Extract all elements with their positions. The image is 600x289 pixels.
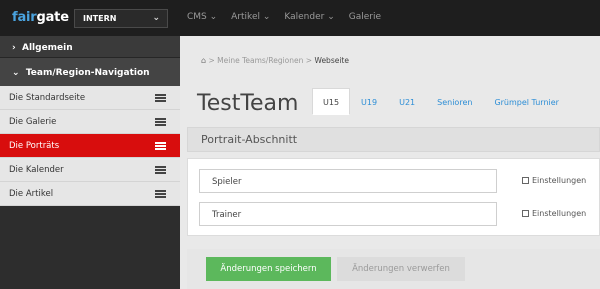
tab-u15[interactable]: U15 <box>312 88 351 115</box>
breadcrumb-teams[interactable]: Meine Teams/Regionen <box>217 56 303 65</box>
main-content: ⌂ > Meine Teams/Regionen > Webseite Test… <box>180 36 600 289</box>
tab-senioren[interactable]: Senioren <box>426 88 483 115</box>
drag-handle-icon[interactable] <box>155 94 166 102</box>
sidebar-list: Die Standardseite Die Galerie Die Porträ… <box>0 86 180 206</box>
drag-handle-icon[interactable] <box>155 190 166 198</box>
settings-icon <box>522 177 529 184</box>
fairgate-logo[interactable]: fairgate <box>12 10 69 25</box>
save-button[interactable]: Änderungen speichern <box>206 257 331 281</box>
chevron-right-icon: › <box>12 43 16 53</box>
home-icon[interactable]: ⌂ <box>201 56 206 65</box>
top-nav: CMS ⌄ Artikel ⌄ Kalender ⌄ Galerie <box>187 12 381 22</box>
portrait-list: Spieler Einstellungen Trainer Einstellun… <box>187 158 600 236</box>
tab-u19[interactable]: U19 <box>350 88 388 115</box>
list-item: Trainer Einstellungen <box>199 202 600 226</box>
tab-gruempel-turnier[interactable]: Grümpel Turnier <box>483 88 570 115</box>
sidebar-item-kalender[interactable]: Die Kalender <box>0 158 180 182</box>
portrait-name-field[interactable]: Spieler <box>199 169 497 193</box>
sidebar-section-allgemein[interactable]: › Allgemein <box>0 36 180 58</box>
nav-item-galerie[interactable]: Galerie <box>349 12 381 22</box>
drag-handle-icon[interactable] <box>155 166 166 174</box>
nav-item-kalender[interactable]: Kalender ⌄ <box>284 12 334 22</box>
page-title: TestTeam <box>197 91 299 116</box>
sidebar-section-team-navigation[interactable]: ⌄ Team/Region-Navigation <box>0 58 180 86</box>
sidebar-item-portraits[interactable]: Die Porträts <box>0 134 180 158</box>
sidebar-item-label: Die Galerie <box>9 117 57 127</box>
sidebar-section-label: Allgemein <box>22 43 73 53</box>
sidebar-item-galerie[interactable]: Die Galerie <box>0 110 180 134</box>
breadcrumb-separator: > <box>208 56 215 65</box>
sidebar: › Allgemein ⌄ Team/Region-Navigation Die… <box>0 36 180 289</box>
sidebar-section-label: Team/Region-Navigation <box>25 68 150 78</box>
sidebar-item-artikel[interactable]: Die Artikel <box>0 182 180 206</box>
sidebar-item-label: Die Porträts <box>9 141 60 151</box>
top-bar: fairgate INTERN ⌄ CMS ⌄ Artikel ⌄ Kalend… <box>0 0 600 36</box>
breadcrumb-separator: > <box>305 56 313 65</box>
sidebar-item-standardseite[interactable]: Die Standardseite <box>0 86 180 110</box>
drag-handle-icon[interactable] <box>155 118 166 126</box>
sidebar-item-label: Die Standardseite <box>9 93 86 103</box>
breadcrumb: ⌂ > Meine Teams/Regionen > Webseite <box>201 56 349 65</box>
nav-item-artikel[interactable]: Artikel ⌄ <box>231 12 270 22</box>
chevron-down-icon: ⌄ <box>152 13 160 23</box>
environment-select[interactable]: INTERN ⌄ <box>74 9 168 28</box>
section-title: Portrait-Abschnitt <box>187 127 600 152</box>
environment-select-value: INTERN <box>83 14 117 23</box>
action-bar: Änderungen speichern Änderungen verwerfe… <box>187 249 600 289</box>
list-item: Spieler Einstellungen <box>199 169 600 193</box>
sidebar-item-label: Die Kalender <box>9 165 64 175</box>
nav-item-cms[interactable]: CMS ⌄ <box>187 12 217 22</box>
settings-icon <box>522 210 529 217</box>
chevron-down-icon: ⌄ <box>12 68 20 78</box>
tab-u21[interactable]: U21 <box>388 88 426 115</box>
breadcrumb-current: Webseite <box>314 56 349 65</box>
team-tabs: U15 U19 U21 Senioren Grümpel Turnier <box>312 88 570 115</box>
settings-link[interactable]: Einstellungen <box>522 209 586 218</box>
drag-handle-icon[interactable] <box>155 142 166 150</box>
sidebar-item-label: Die Artikel <box>9 189 54 199</box>
discard-button[interactable]: Änderungen verwerfen <box>337 257 465 281</box>
portrait-name-field[interactable]: Trainer <box>199 202 497 226</box>
settings-link[interactable]: Einstellungen <box>522 176 586 185</box>
